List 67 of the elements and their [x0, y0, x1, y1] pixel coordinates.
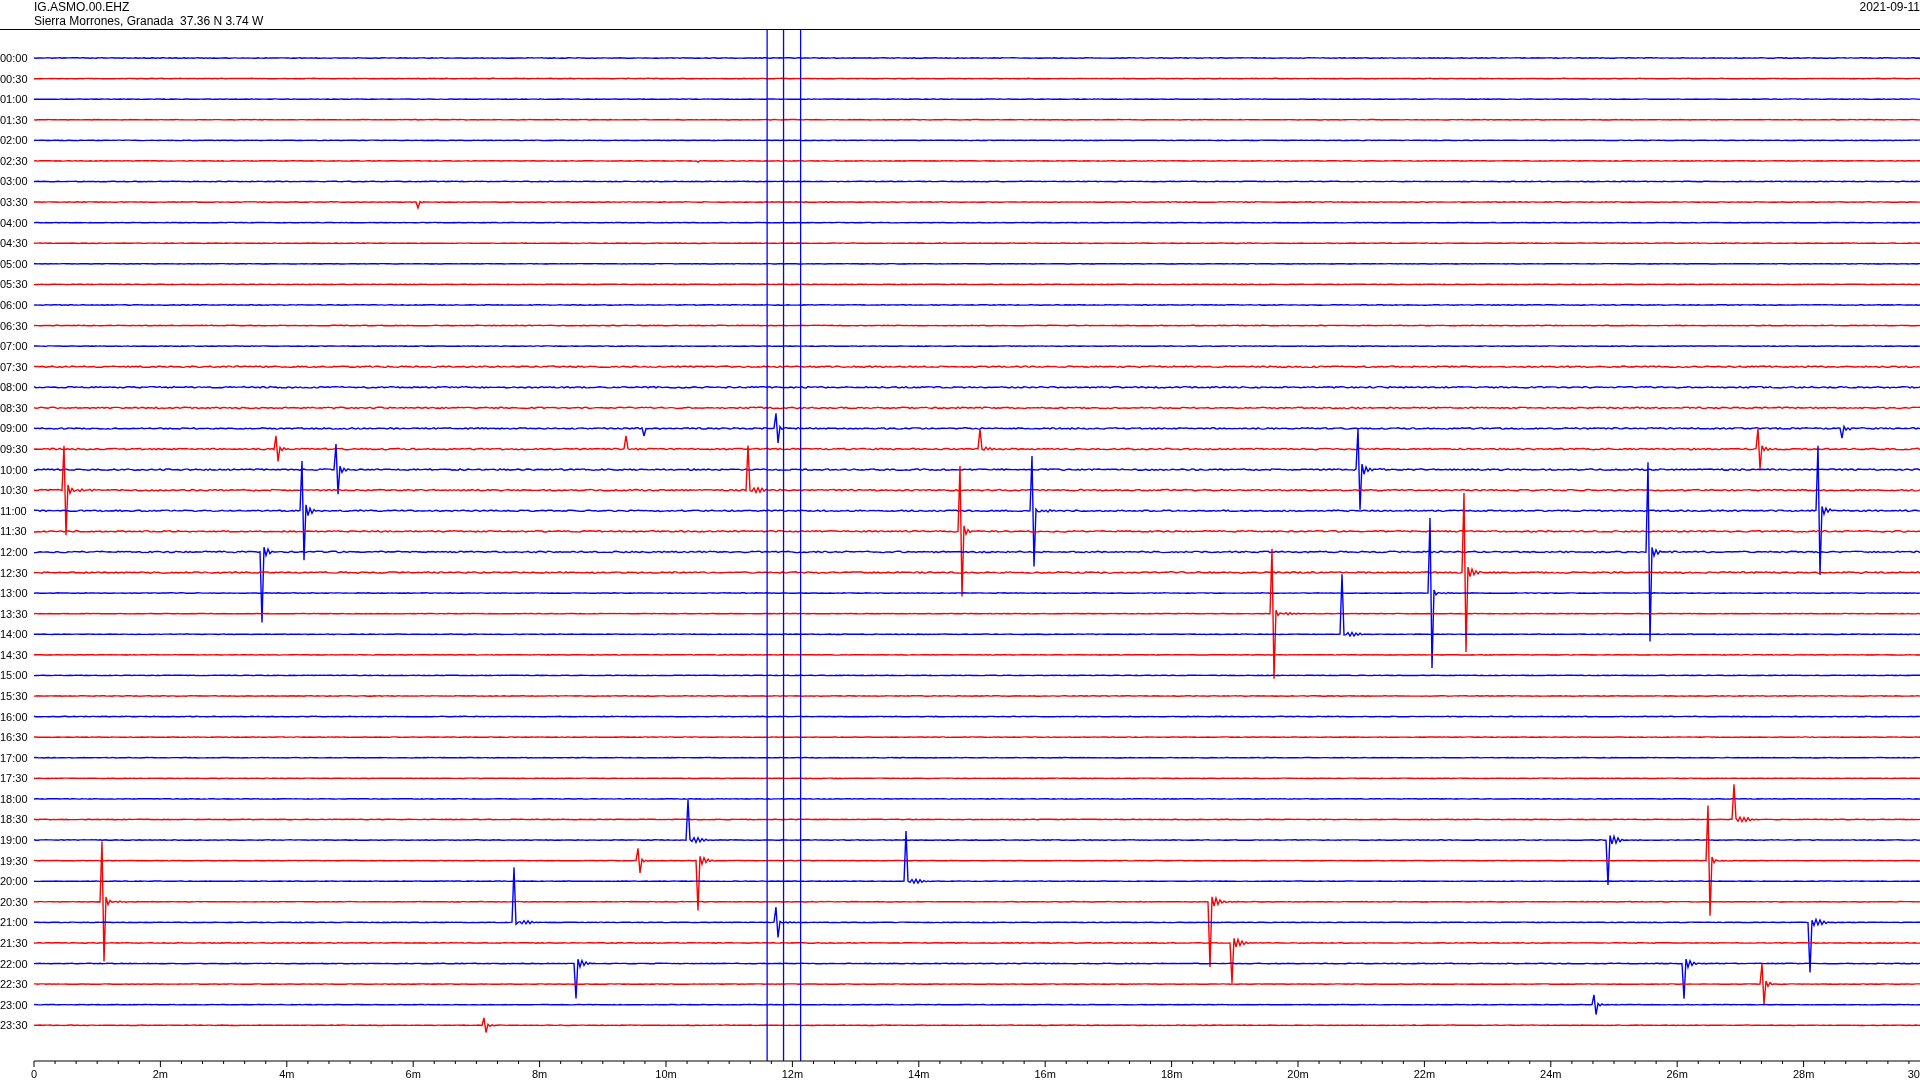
time-label: 16:00 — [0, 710, 28, 723]
time-label: 15:30 — [0, 690, 28, 702]
time-label: 01:30 — [0, 113, 28, 126]
time-label: 17:30 — [0, 772, 28, 785]
time-label: 21:30 — [0, 936, 28, 949]
axis-label: 6m — [405, 1068, 421, 1079]
time-label: 11:30 — [0, 525, 27, 538]
time-label: 23:00 — [0, 998, 28, 1011]
time-label: 14:00 — [0, 628, 28, 641]
time-label: 14:30 — [0, 648, 28, 661]
time-label: 22:30 — [0, 978, 28, 991]
axis-label: 22m — [1413, 1068, 1436, 1079]
time-label: 11:00 — [0, 504, 27, 517]
axis-label: 12m — [781, 1068, 804, 1079]
axis-label: 10m — [655, 1068, 677, 1079]
time-label: 20:30 — [0, 895, 28, 908]
time-label: 09:00 — [0, 422, 28, 435]
time-label: 22:00 — [0, 957, 28, 970]
axis-label: 14m — [908, 1068, 930, 1079]
time-label: 04:30 — [0, 237, 28, 250]
time-label: 03:00 — [0, 175, 28, 188]
time-label: 18:30 — [0, 813, 28, 826]
axis-label: 28m — [1792, 1068, 1815, 1079]
time-label: 06:30 — [0, 319, 28, 332]
time-label: 19:30 — [0, 854, 28, 867]
time-label: 07:30 — [0, 360, 28, 373]
axis-label: 2m — [152, 1068, 169, 1079]
time-label: 00:30 — [0, 72, 28, 85]
axis-label: 18m — [1160, 1068, 1183, 1079]
time-label: 02:00 — [0, 134, 28, 147]
station-code: IG.ASMO.00.EHZ — [34, 0, 130, 14]
time-label: 12:00 — [0, 545, 28, 558]
time-label: 00:00 — [0, 52, 28, 64]
time-label: 12:30 — [0, 566, 28, 579]
time-label: 06:00 — [0, 298, 28, 311]
record-date: 2021-09-11 — [1859, 0, 1920, 14]
time-label: 08:00 — [0, 381, 28, 394]
time-label: 07:00 — [0, 340, 28, 353]
time-label: 23:30 — [0, 1019, 28, 1032]
time-label: 16:30 — [0, 731, 28, 744]
axis-label: 8m — [531, 1068, 548, 1079]
time-label: 04:00 — [0, 216, 28, 229]
time-label: 10:30 — [0, 484, 28, 497]
axis-label: 0 — [30, 1068, 38, 1079]
time-label: 05:30 — [0, 278, 28, 291]
time-label: 05:00 — [0, 257, 28, 270]
time-label: 13:30 — [0, 607, 28, 620]
time-label: 02:30 — [0, 154, 28, 167]
time-label: 20:00 — [0, 875, 28, 888]
axis-label: 24m — [1540, 1068, 1562, 1079]
time-label: 15:00 — [0, 669, 28, 682]
axis-label: 30 — [1907, 1068, 1920, 1079]
axis-label: 20m — [1287, 1068, 1309, 1079]
time-label: 18:00 — [0, 792, 28, 805]
time-label: 10:00 — [0, 463, 28, 476]
axis-label: 16m — [1034, 1068, 1056, 1079]
station-location: Sierra Morrones, Granada 37.36 N 3.74 W — [34, 14, 264, 28]
axis-label: 26m — [1666, 1068, 1688, 1079]
time-label: 13:00 — [0, 587, 28, 600]
time-label: 21:00 — [0, 916, 28, 929]
time-label: 19:00 — [0, 834, 28, 847]
time-label: 08:30 — [0, 401, 28, 414]
time-label: 01:00 — [0, 93, 28, 106]
axis-label: 4m — [279, 1068, 295, 1079]
time-label: 09:30 — [0, 443, 28, 455]
time-label: 17:00 — [0, 751, 28, 764]
time-label: 03:30 — [0, 196, 28, 209]
